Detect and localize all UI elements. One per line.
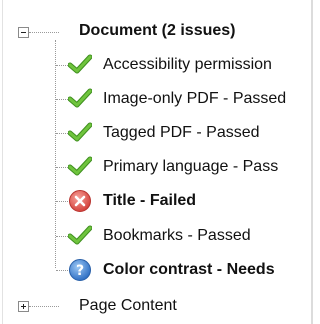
tree-item-color-contrast[interactable]: Color contrast - Needs	[103, 260, 275, 280]
panel-left-border	[2, 0, 3, 324]
tree-guide-line	[56, 133, 68, 134]
check-icon	[68, 122, 92, 142]
tree-item-title[interactable]: Title - Failed	[103, 191, 196, 211]
panel-right-border	[311, 0, 313, 324]
tree-item-image-only-pdf[interactable]: Image-only PDF - Passed	[103, 89, 286, 109]
tree-guide-line	[56, 167, 68, 168]
collapse-toggle[interactable]	[18, 27, 29, 38]
tree-guide-line	[55, 40, 56, 268]
tree-guide-line	[56, 99, 68, 100]
check-icon	[68, 54, 92, 74]
tree-guide-line	[29, 32, 59, 33]
tree-guide-line	[56, 65, 68, 66]
tree-item-bookmarks[interactable]: Bookmarks - Passed	[103, 226, 251, 246]
expand-toggle[interactable]	[18, 301, 29, 312]
minus-icon	[21, 32, 26, 33]
check-icon	[68, 156, 92, 176]
tree-item-primary-language[interactable]: Primary language - Pass	[103, 157, 278, 177]
error-icon	[69, 190, 91, 212]
tree-item-tagged-pdf[interactable]: Tagged PDF - Passed	[103, 123, 260, 143]
tree-node-page-content[interactable]: Page Content	[79, 296, 177, 316]
tree-item-accessibility-permission[interactable]: Accessibility permission	[103, 55, 272, 75]
check-icon	[68, 88, 92, 108]
check-icon	[68, 225, 92, 245]
tree-node-document[interactable]: Document (2 issues)	[79, 21, 235, 41]
tree-guide-line	[56, 270, 68, 271]
tree-guide-line	[29, 306, 59, 307]
tree-guide-line	[56, 236, 68, 237]
svg-text:?: ?	[76, 263, 84, 279]
tree-guide-line	[56, 201, 68, 202]
help-icon: ?	[69, 259, 91, 281]
accessibility-checker-panel: Document (2 issues) Accessibility permis…	[0, 0, 314, 324]
